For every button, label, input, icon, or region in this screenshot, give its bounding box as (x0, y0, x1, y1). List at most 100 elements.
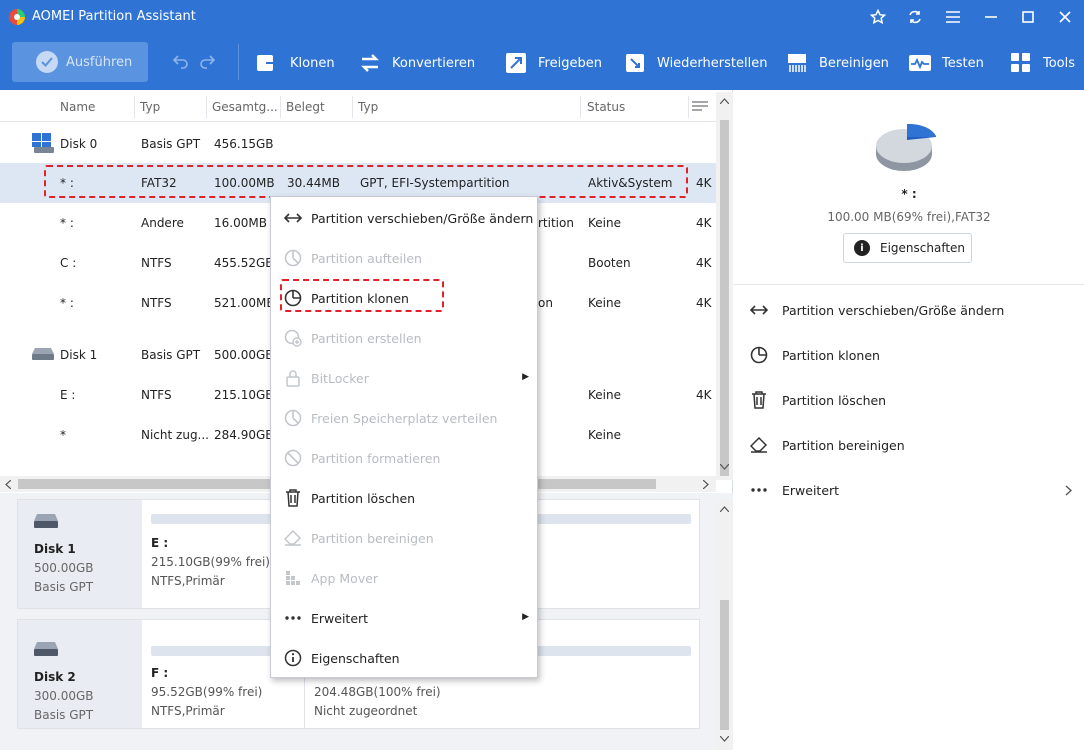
trash-icon (750, 391, 768, 409)
action-label: Partition bereinigen (782, 437, 905, 453)
selected-row-highlight (44, 165, 688, 198)
cell-total: 455.52GB (214, 256, 274, 270)
action-label: Partition klonen (782, 347, 880, 363)
check-icon (36, 51, 58, 73)
partition-name: F : (151, 666, 169, 680)
tool-label: Konvertieren (392, 55, 476, 71)
more-icon (283, 608, 303, 628)
cell-ptype: on (538, 296, 553, 310)
disk-size: 500.00GB (34, 561, 94, 575)
app-mover-icon (283, 568, 303, 588)
disk-row-0[interactable]: Disk 0 Basis GPT 456.15GB (0, 124, 716, 164)
cell-ptype: rtition (538, 216, 574, 230)
action-delete[interactable]: Partition löschen (750, 387, 1080, 413)
close-icon[interactable] (1055, 7, 1075, 27)
window-title: AOMEI Partition Assistant (32, 9, 196, 24)
tool-klonen[interactable]: Klonen (256, 50, 335, 76)
share-icon (504, 51, 528, 75)
tool-freigeben[interactable]: Freigeben (504, 50, 602, 76)
redo-icon[interactable] (198, 52, 216, 70)
cell-name: * : (60, 216, 74, 230)
menu-item-format[interactable]: Partition formatieren (271, 438, 537, 478)
refresh-icon[interactable] (905, 7, 925, 27)
clone-icon (256, 51, 280, 75)
submenu-arrow-icon: ▶ (522, 372, 529, 382)
col-ptype[interactable]: Typ (358, 100, 378, 114)
disk-info: Disk 1 500.00GB Basis GPT (18, 500, 142, 608)
menu-icon[interactable] (943, 7, 963, 27)
divider (734, 284, 1084, 285)
action-wipe[interactable]: Partition bereinigen (750, 432, 1080, 458)
action-clone[interactable]: Partition klonen (750, 342, 1080, 368)
disk-size: 500.00GB (214, 348, 274, 362)
menu-label: Partition erstellen (311, 330, 422, 346)
cell-status: Booten (588, 256, 631, 270)
execute-button[interactable]: Ausführen (12, 42, 148, 82)
menu-item-delete[interactable]: Partition löschen (271, 478, 537, 518)
menu-item-app-mover[interactable]: App Mover (271, 558, 537, 598)
properties-button[interactable]: i Eigenschaften (843, 233, 972, 263)
col-status[interactable]: Status (587, 100, 625, 114)
clone-item-highlight (280, 279, 444, 312)
column-settings-icon[interactable] (692, 101, 710, 113)
minimize-icon[interactable] (981, 7, 1001, 27)
menu-item-wipe[interactable]: Partition bereinigen (271, 518, 537, 558)
partition-size: 204.48GB(100% frei) (314, 685, 441, 699)
selected-partition-desc: 100.00 MB(69% frei),FAT32 (827, 210, 991, 224)
cell-total: 215.10GB (214, 388, 274, 402)
menu-label: Partition formatieren (311, 450, 441, 466)
disk-icon (34, 642, 58, 656)
partition-fs: Nicht zugeordnet (314, 704, 418, 718)
test-icon (908, 51, 932, 75)
menu-label: Partition aufteilen (311, 250, 422, 266)
maximize-icon[interactable] (1018, 7, 1038, 27)
partition-usage-pie-icon (876, 124, 936, 171)
tool-tools[interactable]: Tools (1009, 50, 1075, 76)
cell-name: * : (60, 296, 74, 310)
tool-wiederherstellen[interactable]: Wiederherstellen (623, 50, 767, 76)
disk-type: Basis GPT (34, 708, 94, 722)
title-bar: AOMEI Partition Assistant (0, 0, 1084, 34)
menu-label: BitLocker (311, 370, 369, 386)
col-used[interactable]: Belegt (286, 100, 325, 114)
table-vertical-scrollbar[interactable] (716, 92, 733, 480)
disk-icon (34, 514, 58, 528)
col-name[interactable]: Name (60, 100, 95, 114)
cell-extra: 4K (696, 388, 712, 402)
menu-item-allocate[interactable]: Freien Speicherplatz verteilen (271, 398, 537, 438)
cell-extra: 4K (696, 216, 712, 230)
col-total[interactable]: Gesamtg... (212, 100, 278, 114)
menu-item-advanced[interactable]: Erweitert ▶ (271, 598, 537, 638)
disk-map-scrollbar[interactable] (716, 500, 733, 750)
resize-icon (283, 208, 303, 228)
tool-konvertieren[interactable]: Konvertieren (358, 50, 475, 76)
menu-item-split[interactable]: Partition aufteilen (271, 238, 537, 278)
scroll-thumb[interactable] (720, 120, 729, 476)
menu-item-create[interactable]: Partition erstellen (271, 318, 537, 358)
eraser-icon (750, 436, 768, 454)
cell-fs: Andere (141, 216, 184, 230)
menu-item-resize[interactable]: Partition verschieben/Größe ändern (271, 198, 537, 238)
action-advanced[interactable]: Erweitert (750, 477, 1080, 503)
menu-item-bitlocker[interactable]: BitLocker ▶ (271, 358, 537, 398)
menu-label: Eigenschaften (311, 650, 400, 666)
star-icon[interactable] (868, 7, 888, 27)
cell-status: Keine (588, 216, 621, 230)
menu-label: Erweitert (311, 610, 369, 626)
menu-item-properties[interactable]: Eigenschaften (271, 638, 537, 678)
properties-label: Eigenschaften (880, 241, 966, 255)
undo-icon[interactable] (172, 52, 190, 70)
partition-size: 95.52GB(99% frei) (151, 685, 263, 699)
tool-label: Wiederherstellen (657, 55, 768, 71)
partition-name: E : (151, 536, 169, 550)
cell-status: Keine (588, 388, 621, 402)
tool-testen[interactable]: Testen (908, 50, 984, 76)
col-type[interactable]: Typ (140, 100, 160, 114)
action-resize[interactable]: Partition verschieben/Größe ändern (750, 297, 1080, 323)
tool-bereinigen[interactable]: Bereinigen (785, 50, 889, 76)
clone-partition-icon (750, 346, 768, 364)
eraser-icon (283, 528, 303, 548)
disk-name: Disk 0 (60, 137, 98, 151)
scroll-thumb[interactable] (720, 600, 729, 730)
disk-type: Basis GPT (34, 580, 94, 594)
